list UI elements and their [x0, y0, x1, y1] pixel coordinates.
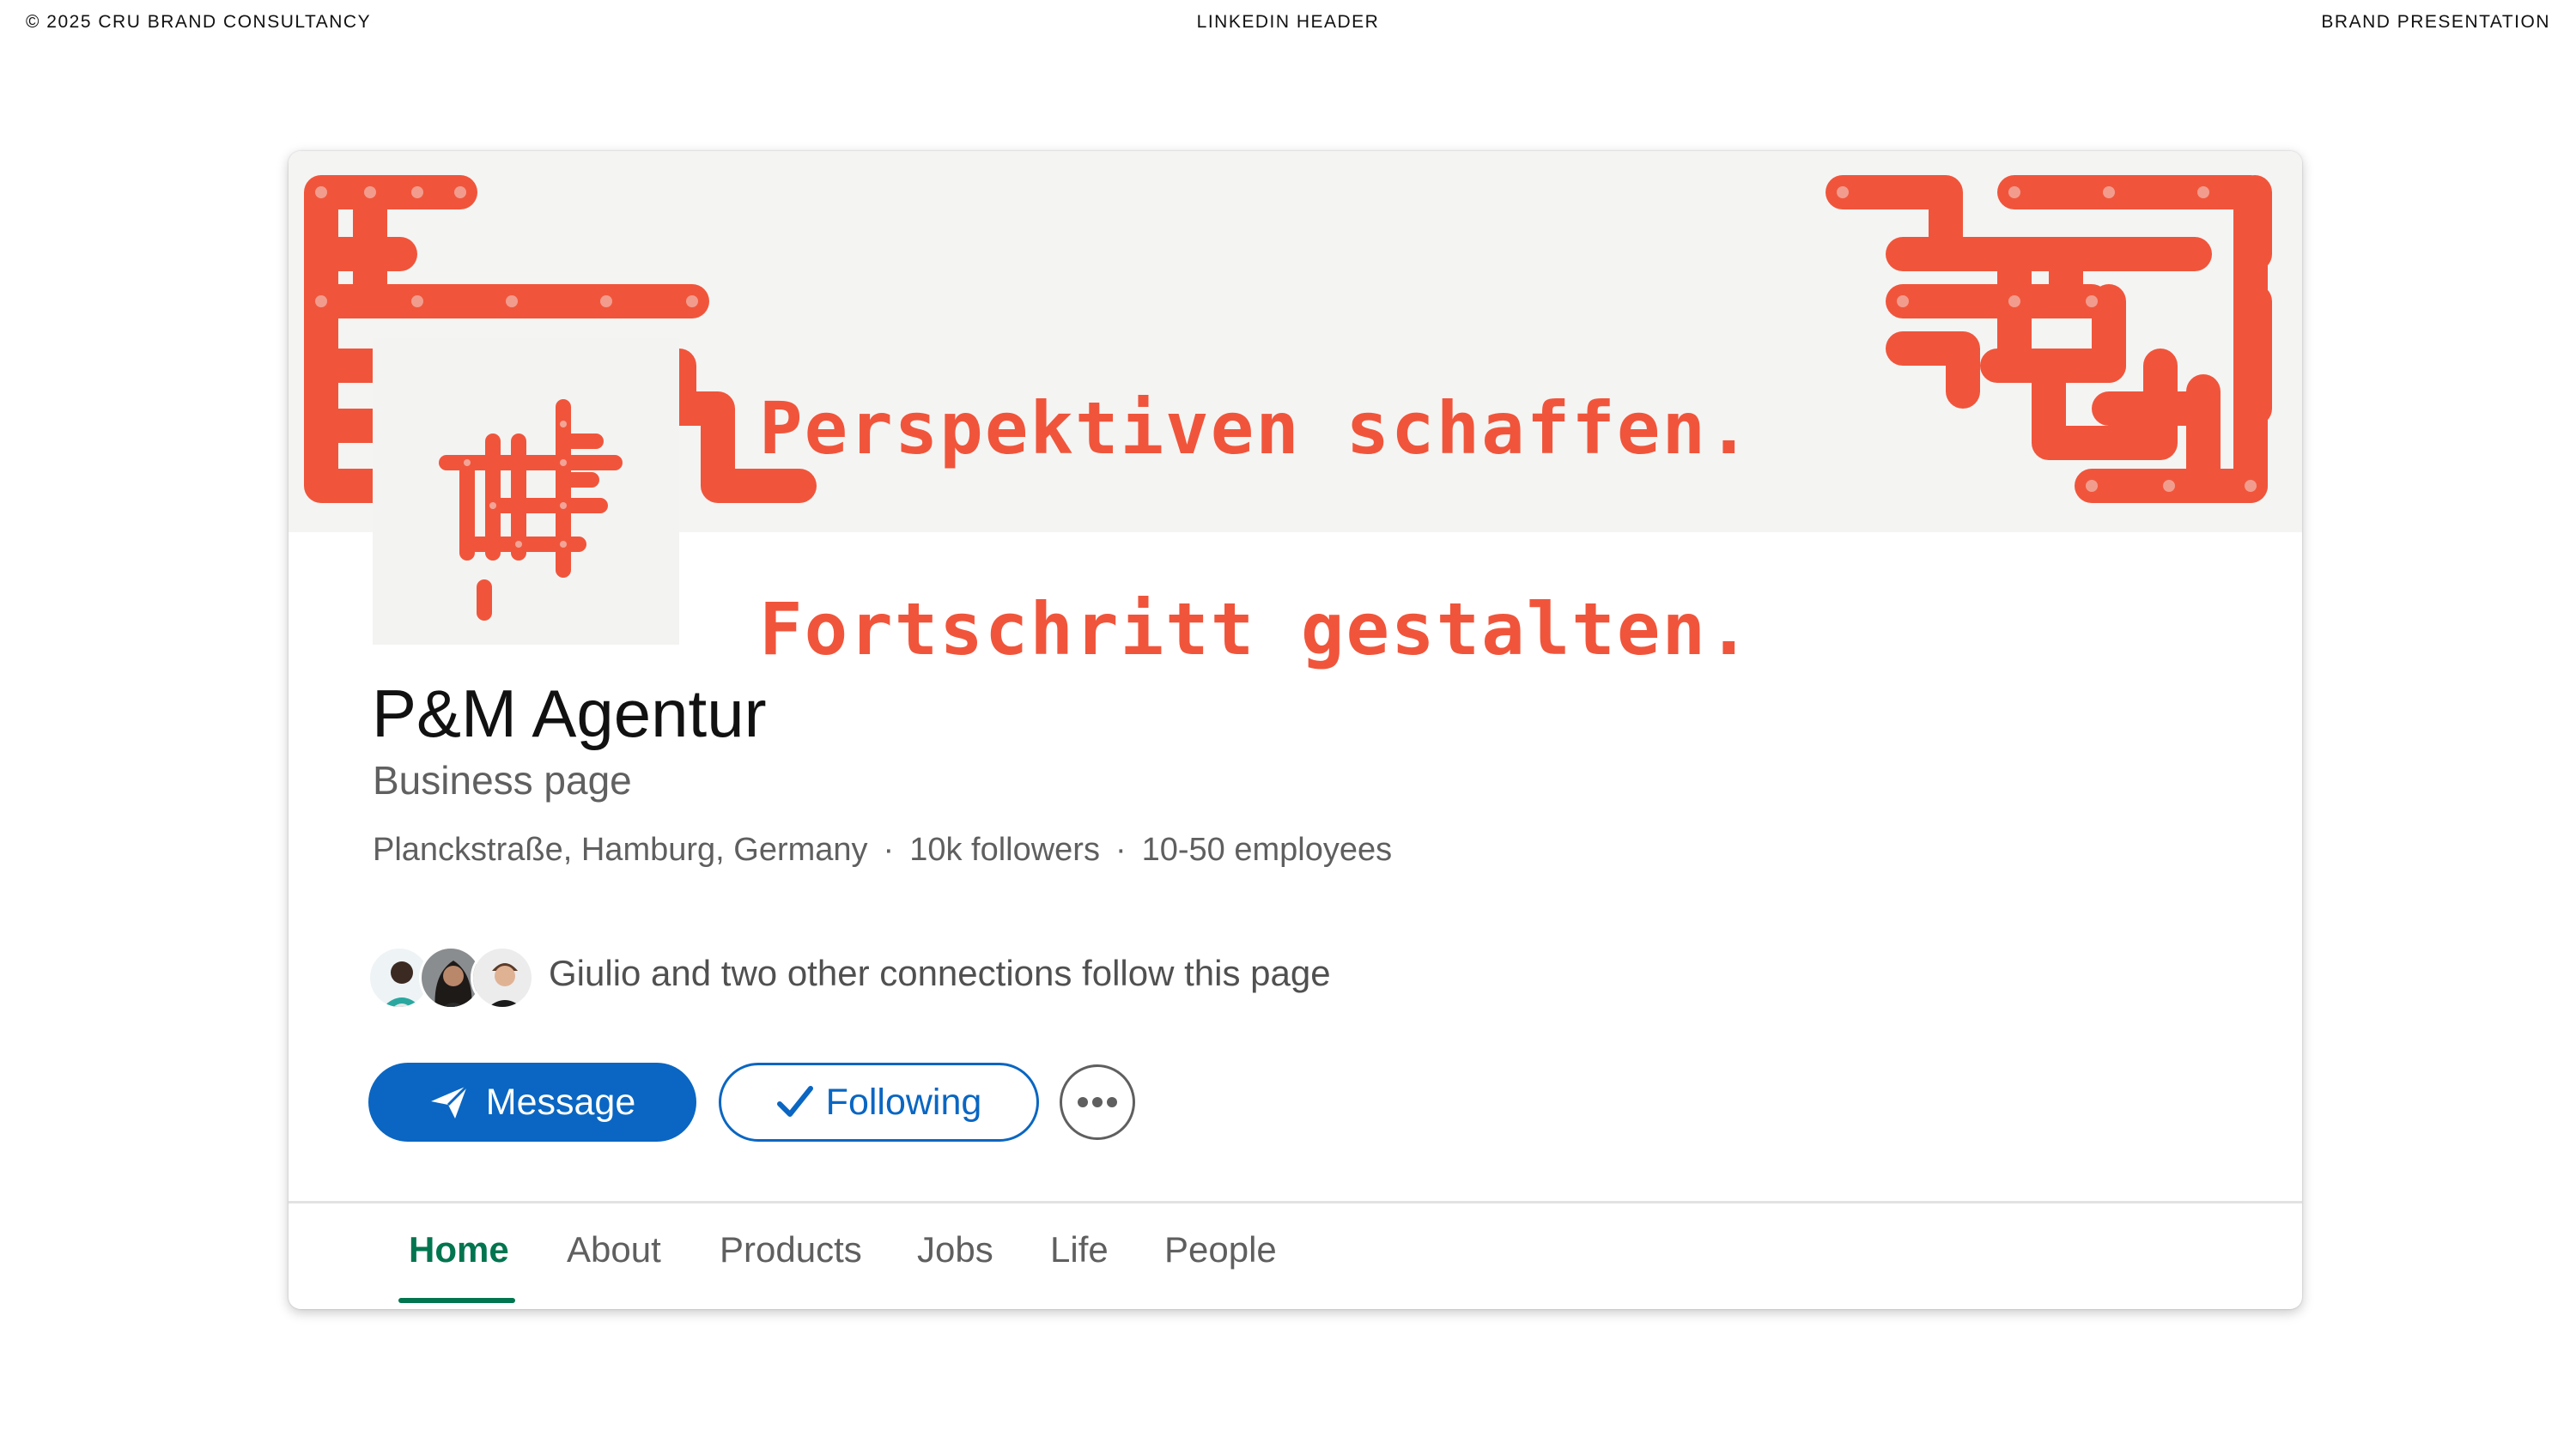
company-name: P&M Agentur [372, 676, 767, 751]
following-button-label: Following [825, 1081, 982, 1123]
document-type-label: BRAND PRESENTATION [2321, 12, 2550, 32]
company-logo[interactable] [373, 338, 679, 645]
linkedin-profile-card: Perspektiven schaffen. Fortschritt gesta… [289, 151, 2302, 1309]
following-button[interactable]: Following [719, 1063, 1039, 1142]
tab-products[interactable]: Products [720, 1207, 862, 1301]
company-info-line: Planckstraße, Hamburg, Germany · 10k follo… [373, 832, 1392, 869]
info-separator: · [1115, 832, 1127, 868]
info-separator: · [883, 832, 895, 868]
active-tab-indicator [398, 1298, 515, 1303]
message-button[interactable]: Message [368, 1063, 696, 1142]
follower-count[interactable]: 10k followers [909, 832, 1100, 868]
tab-jobs[interactable]: Jobs [917, 1207, 993, 1301]
tab-people[interactable]: People [1164, 1207, 1277, 1301]
tab-life[interactable]: Life [1050, 1207, 1109, 1301]
send-icon [430, 1084, 468, 1119]
slogan-line-2: Fortschritt gestalten. [759, 587, 1753, 671]
section-title: LINKEDIN HEADER [1196, 12, 1380, 32]
company-logo-mark [439, 399, 623, 621]
connection-avatars[interactable] [368, 946, 539, 1009]
page-type-label: Business page [373, 758, 632, 803]
tab-divider [289, 1201, 2302, 1203]
message-button-label: Message [485, 1081, 636, 1123]
tab-home[interactable]: Home [409, 1207, 509, 1301]
company-location: Planckstraße, Hamburg, Germany [373, 832, 868, 868]
banner-slogan: Perspektiven schaffen. Fortschritt gesta… [759, 261, 1753, 797]
page-tabs: Home About Products Jobs Life People [289, 1207, 2302, 1301]
avatar[interactable] [471, 946, 534, 1009]
connections-follow-text[interactable]: Giulio and two other connections follow … [549, 953, 1331, 994]
more-options-icon [1078, 1097, 1117, 1107]
checkmark-icon [776, 1086, 813, 1117]
slogan-line-1: Perspektiven schaffen. [759, 386, 1753, 470]
employee-count[interactable]: 10-50 employees [1142, 832, 1393, 868]
more-options-button[interactable] [1060, 1064, 1135, 1140]
tab-about[interactable]: About [567, 1207, 661, 1301]
